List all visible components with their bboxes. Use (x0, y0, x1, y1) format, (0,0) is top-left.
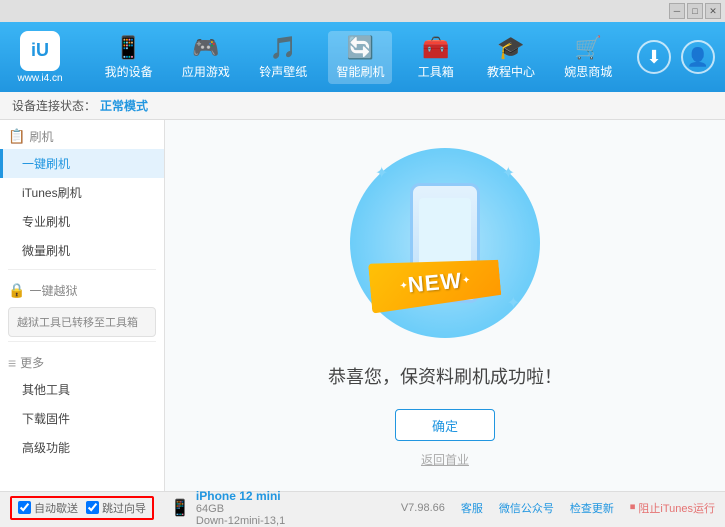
logo-url: www.i4.cn (17, 73, 62, 84)
stop-itunes-label: 阻止iTunes运行 (638, 500, 715, 516)
footer: 自动歇送 跳过向导 📱 iPhone 12 mini 64GB Down-12m… (0, 491, 725, 523)
nav-tutorial[interactable]: 🎓 教程中心 (479, 31, 543, 84)
sidebar-item-itunes[interactable]: iTunes刷机 (0, 178, 164, 207)
version-text: V7.98.66 (401, 502, 445, 514)
footer-right: V7.98.66 客服 微信公众号 检查更新 (401, 500, 614, 516)
nav-ringtones[interactable]: 🎵 铃声壁纸 (251, 31, 315, 84)
nav-smart-flash[interactable]: 🔄 智能刷机 (328, 31, 392, 84)
tutorial-icon: 🎓 (497, 35, 524, 61)
sidebar-item-advanced[interactable]: 高级功能 (0, 433, 164, 462)
nav-ringtones-label: 铃声壁纸 (259, 63, 307, 80)
logo[interactable]: iU www.i4.cn (10, 31, 70, 84)
auto-close-checkbox-label[interactable]: 自动歇送 (18, 500, 78, 516)
sidebar-section-more: ≡ 更多 (0, 346, 164, 375)
sidebar-item-other-tools[interactable]: 其他工具 (0, 375, 164, 404)
status-label: 设备连接状态： (12, 97, 96, 114)
user-button[interactable]: 👤 (681, 40, 715, 74)
skip-wizard-checkbox[interactable] (86, 501, 99, 514)
auto-close-label: 自动歇送 (34, 500, 78, 516)
circle-background: ✦ ✦ ✦ ✦ NEW ✦ (350, 148, 540, 338)
skip-wizard-label: 跳过向导 (102, 500, 146, 516)
sidebar: 📋 刷机 一键刷机 iTunes刷机 专业刷机 微量刷机 🔒 一键越狱 越狱工具… (0, 120, 165, 491)
footer-left: 自动歇送 跳过向导 📱 iPhone 12 mini 64GB Down-12m… (10, 489, 285, 527)
sparkle-icon-1: ✦ (375, 163, 388, 183)
ribbon-right-star: ✦ (462, 274, 471, 286)
footer-device-info: 📱 iPhone 12 mini 64GB Down-12mini-13,1 (170, 489, 285, 527)
sparkle-icon-2: ✦ (502, 163, 515, 183)
content-area: ✦ ✦ ✦ ✦ NEW ✦ 恭喜您，保资料刷机成功啦！ 确定 返 (165, 120, 725, 491)
nav-my-device-label: 我的设备 (105, 63, 153, 80)
toolbox-icon: 🧰 (422, 35, 449, 61)
wechat-link[interactable]: 微信公众号 (499, 500, 554, 516)
restore-button[interactable]: □ (687, 3, 703, 19)
auto-close-checkbox[interactable] (18, 501, 31, 514)
jailbreak-section-label: 一键越狱 (29, 282, 77, 299)
sidebar-item-restore[interactable]: 微量刷机 (0, 236, 164, 265)
ribbon-text: NEW (407, 268, 463, 299)
status-value: 正常模式 (100, 97, 148, 114)
success-message: 恭喜您，保资料刷机成功啦！ (328, 363, 562, 389)
lock-icon: 🔒 (8, 282, 25, 299)
sidebar-divider-1 (8, 269, 156, 270)
logo-icon: iU (20, 31, 60, 71)
nav-toolbox-label: 工具箱 (418, 63, 454, 80)
sidebar-item-download-firmware[interactable]: 下载固件 (0, 404, 164, 433)
nav-wanshi[interactable]: 🛒 婉思商城 (556, 31, 620, 84)
nav-apps-games[interactable]: 🎮 应用游戏 (174, 31, 238, 84)
device-details: iPhone 12 mini 64GB Down-12mini-13,1 (196, 489, 285, 527)
sidebar-divider-2 (8, 341, 156, 342)
device-version: Down-12mini-13,1 (196, 515, 285, 527)
ringtones-icon: 🎵 (269, 35, 296, 61)
confirm-button[interactable]: 确定 (395, 409, 495, 441)
device-storage: 64GB (196, 503, 285, 515)
my-device-icon: 📱 (115, 35, 142, 61)
sidebar-section-flash: 📋 刷机 (0, 120, 164, 149)
sidebar-section-jailbreak: 🔒 一键越狱 (0, 274, 164, 303)
back-link[interactable]: 返回首业 (421, 451, 469, 468)
skip-wizard-checkbox-label[interactable]: 跳过向导 (86, 500, 146, 516)
sparkle-icon-3: ✦ (507, 293, 520, 313)
more-section-label: 更多 (20, 354, 44, 371)
nav-my-device[interactable]: 📱 我的设备 (97, 31, 161, 84)
device-icon: 📱 (170, 498, 190, 518)
title-bar: ─ □ ✕ (0, 0, 725, 22)
smart-flash-icon: 🔄 (347, 35, 374, 61)
wanshi-icon: 🛒 (575, 35, 602, 61)
nav-toolbox[interactable]: 🧰 工具箱 (406, 31, 466, 84)
nav-bar: 📱 我的设备 🎮 应用游戏 🎵 铃声壁纸 🔄 智能刷机 🧰 工具箱 🎓 教程中心… (90, 31, 627, 84)
apps-games-icon: 🎮 (192, 35, 219, 61)
more-section-icon: ≡ (8, 355, 16, 371)
status-bar: 设备连接状态： 正常模式 (0, 92, 725, 120)
nav-wanshi-label: 婉思商城 (564, 63, 612, 80)
sidebar-item-pro[interactable]: 专业刷机 (0, 207, 164, 236)
flash-section-icon: 📋 (8, 128, 25, 145)
flash-section-label: 刷机 (29, 128, 53, 145)
sidebar-item-one-click[interactable]: 一键刷机 (0, 149, 164, 178)
stop-itunes-button[interactable]: ⏹ 阻止iTunes运行 (630, 500, 715, 516)
check-update-link[interactable]: 检查更新 (570, 500, 614, 516)
footer-checkbox-group: 自动歇送 跳过向导 (10, 496, 154, 520)
header-right: ⬇ 👤 (637, 40, 715, 74)
jailbreak-notice-text: 越狱工具已转移至工具箱 (17, 314, 138, 330)
nav-smart-flash-label: 智能刷机 (336, 63, 384, 80)
close-button[interactable]: ✕ (705, 3, 721, 19)
main-content: 📋 刷机 一键刷机 iTunes刷机 专业刷机 微量刷机 🔒 一键越狱 越狱工具… (0, 120, 725, 491)
nav-tutorial-label: 教程中心 (487, 63, 535, 80)
minimize-button[interactable]: ─ (669, 3, 685, 19)
download-button[interactable]: ⬇ (637, 40, 671, 74)
jailbreak-notice-box: 越狱工具已转移至工具箱 (8, 307, 156, 337)
nav-apps-games-label: 应用游戏 (182, 63, 230, 80)
stop-itunes-icon: ⏹ (630, 501, 636, 514)
customer-service-link[interactable]: 客服 (461, 500, 483, 516)
header: iU www.i4.cn 📱 我的设备 🎮 应用游戏 🎵 铃声壁纸 🔄 智能刷机… (0, 22, 725, 92)
success-illustration: ✦ ✦ ✦ ✦ NEW ✦ (345, 143, 545, 343)
